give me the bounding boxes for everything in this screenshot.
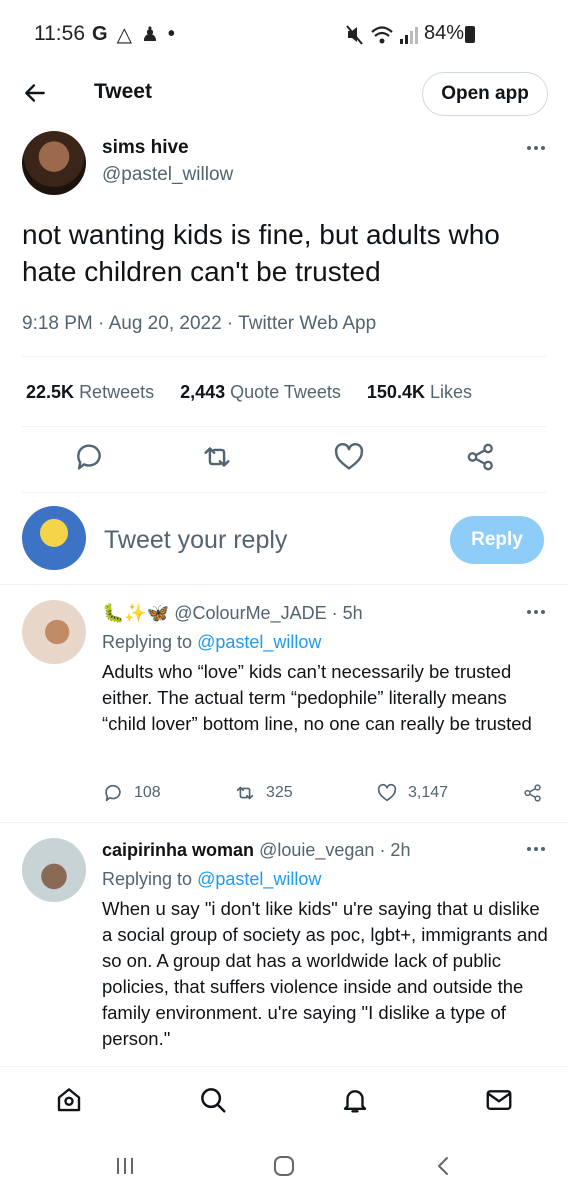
replying-to-label: Replying to	[102, 869, 193, 889]
more-options-icon[interactable]	[527, 146, 547, 154]
more-options-icon[interactable]	[527, 610, 547, 618]
like-heart-icon[interactable]	[332, 440, 366, 474]
page-title: Tweet	[94, 80, 152, 103]
tweet-timestamp: 9:18 PM · Aug 20, 2022 · Twitter Web App	[22, 313, 377, 334]
replying-to: Replying to @pastel_willow	[102, 632, 321, 653]
likes-count: 150.4K	[366, 382, 425, 402]
reply-author-handle[interactable]: @louie_vegan	[259, 840, 374, 860]
quote-tweets-stat[interactable]: 2,443 Quote Tweets	[180, 382, 341, 403]
retweet-icon[interactable]	[200, 440, 234, 474]
reply-actions: 108 325 3,147	[102, 782, 552, 808]
like-heart-icon	[377, 783, 397, 802]
home-button-icon[interactable]	[272, 1154, 296, 1178]
reply-header: caipirinha woman @louie_vegan · 2h	[102, 840, 410, 861]
reply-time: · 2h	[379, 840, 411, 860]
reply-text: When u say "i don't like kids" u're sayi…	[102, 898, 548, 1049]
reply-input[interactable]: Tweet your reply	[104, 526, 287, 555]
status-left-icons: G △ ♟ •	[92, 22, 175, 47]
reply-retweet-action[interactable]: 325	[234, 782, 293, 804]
notifications-bell-icon[interactable]	[340, 1085, 370, 1115]
my-avatar	[22, 506, 86, 570]
back-arrow-icon[interactable]	[22, 80, 48, 106]
reply-like-action[interactable]: 3,147	[376, 782, 448, 804]
tweet-actions	[0, 440, 568, 480]
reply-share-action[interactable]	[522, 782, 544, 804]
author-handle[interactable]: @pastel_willow	[102, 164, 233, 186]
like-count: 3,147	[408, 784, 449, 801]
reply-icon[interactable]	[72, 440, 106, 474]
share-icon	[524, 784, 541, 802]
likes-label: Likes	[429, 382, 472, 402]
tweet-stats: 22.5K Retweets 2,443 Quote Tweets 150.4K…	[26, 382, 498, 403]
google-icon: G	[92, 23, 108, 45]
open-app-button[interactable]: Open app	[422, 72, 548, 116]
quote-tweets-label: Quote Tweets	[230, 382, 341, 402]
mute-wifi-signal-icons	[346, 25, 418, 45]
messages-mail-icon[interactable]	[484, 1085, 514, 1115]
reply-time: · 5h	[331, 603, 363, 623]
status-time: 11:56	[34, 22, 85, 45]
reply-author-handle[interactable]: @ColourMe_JADE	[174, 603, 326, 623]
notification-icon: ♟	[140, 24, 159, 46]
author-display-name[interactable]: sims hive	[102, 137, 189, 159]
search-icon[interactable]	[198, 1085, 228, 1115]
battery-level: 84%	[424, 22, 465, 44]
retweet-icon	[236, 786, 254, 800]
retweets-label: Retweets	[79, 382, 155, 402]
reply-button[interactable]: Reply	[450, 516, 544, 564]
divider	[22, 426, 546, 427]
tweet-text: not wanting kids is fine, but adults who…	[22, 219, 500, 287]
top-header: Tweet Open app	[0, 64, 568, 122]
reply-avatar[interactable]	[22, 600, 86, 664]
reply-icon	[105, 784, 121, 802]
reply-text: Adults who “love” kids can’t necessarily…	[102, 661, 532, 734]
system-navigation-bar	[0, 1132, 568, 1200]
reply-reply-action[interactable]: 108	[102, 782, 161, 804]
replying-to-handle[interactable]: @pastel_willow	[197, 632, 321, 652]
author-avatar[interactable]	[22, 131, 86, 195]
divider	[22, 356, 546, 357]
more-options-icon[interactable]	[527, 847, 547, 855]
recent-apps-icon[interactable]	[114, 1154, 138, 1178]
bottom-nav	[0, 1066, 568, 1132]
replying-to: Replying to @pastel_willow	[102, 869, 321, 890]
battery-icon	[465, 26, 475, 43]
reply-avatar[interactable]	[22, 838, 86, 902]
dot-icon: •	[167, 23, 175, 45]
reply-count: 108	[134, 784, 161, 801]
replying-to-label: Replying to	[102, 632, 193, 652]
drive-icon: △	[116, 24, 132, 46]
retweet-count: 325	[266, 784, 293, 801]
replying-to-handle[interactable]: @pastel_willow	[197, 869, 321, 889]
share-icon[interactable]	[464, 440, 498, 474]
system-back-icon[interactable]	[432, 1154, 456, 1178]
retweets-stat[interactable]: 22.5K Retweets	[26, 382, 154, 403]
reply-author-name[interactable]: caipirinha woman	[102, 840, 254, 860]
divider	[22, 492, 546, 493]
likes-stat[interactable]: 150.4K Likes	[367, 382, 472, 403]
divider	[0, 822, 568, 823]
status-bar: 11:56 G △ ♟ • 84%	[0, 0, 568, 64]
home-icon[interactable]	[54, 1085, 84, 1115]
reply-author-emoji[interactable]: 🐛✨🦋	[102, 603, 169, 623]
divider	[0, 584, 568, 585]
reply-header: 🐛✨🦋 @ColourMe_JADE · 5h	[102, 603, 363, 624]
retweets-count: 22.5K	[26, 382, 75, 402]
quote-tweets-count: 2,443	[180, 382, 226, 402]
